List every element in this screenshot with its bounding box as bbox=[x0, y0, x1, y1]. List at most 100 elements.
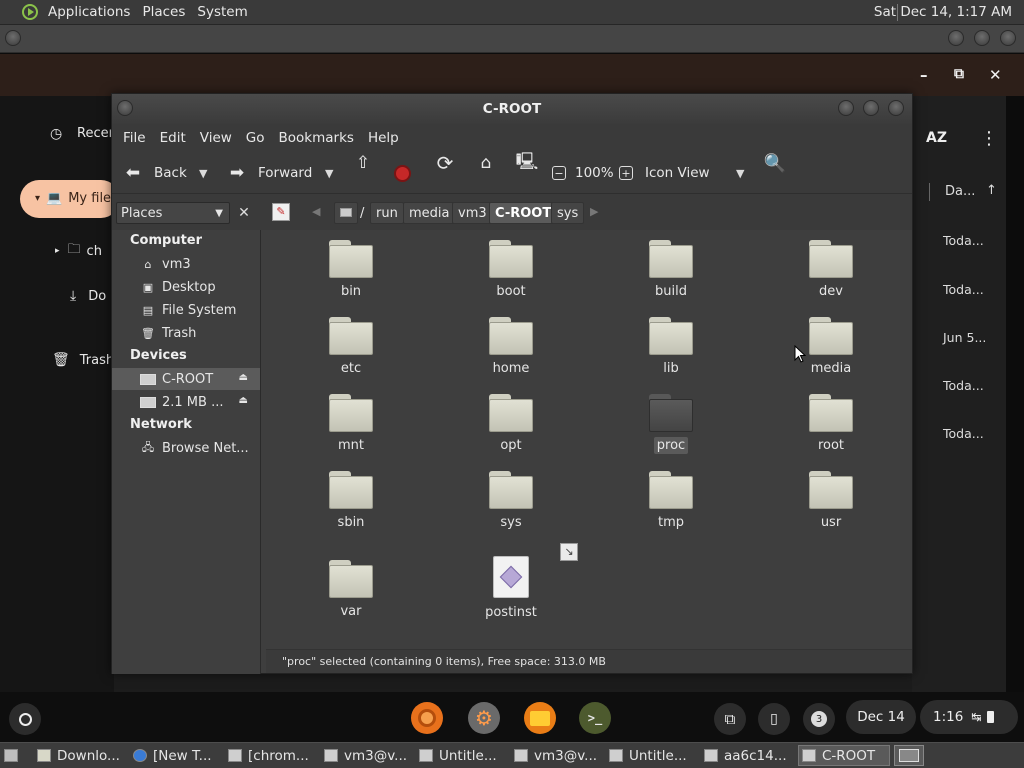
forward-button[interactable]: ➡ Forward bbox=[226, 152, 312, 194]
reload-icon[interactable]: ⟳ bbox=[434, 151, 456, 175]
sidebar-pane-select[interactable]: Places ▼ bbox=[116, 202, 230, 224]
distro-logo-icon[interactable] bbox=[22, 4, 38, 20]
folder-item-tmp[interactable]: tmp bbox=[611, 471, 731, 531]
view-mode-select[interactable]: Icon View bbox=[645, 152, 710, 194]
taskbar-item-new-tab[interactable]: [New T... bbox=[133, 745, 223, 766]
window-menu-button[interactable] bbox=[117, 100, 133, 116]
settings-gear-icon[interactable]: ⚙ bbox=[468, 702, 500, 734]
breadcrumb-vm3[interactable]: vm3 bbox=[452, 202, 493, 224]
taskbar-item-untitled-1[interactable]: Untitle... bbox=[419, 745, 509, 766]
applications-menu[interactable]: Applications bbox=[42, 4, 136, 20]
folder-item-media[interactable]: media bbox=[771, 317, 891, 377]
computer-icon[interactable]: 🖳 bbox=[516, 152, 539, 174]
eject-icon[interactable]: ⏏ bbox=[239, 395, 248, 406]
taskbar-item-vm3-terminal-2[interactable]: vm3@v... bbox=[514, 745, 604, 766]
places-menu[interactable]: Places bbox=[136, 4, 191, 20]
sidebar-item-child-folder[interactable]: ▸ 🗀 ch bbox=[55, 240, 102, 262]
shelf-date[interactable]: Dec 14 bbox=[846, 700, 916, 734]
minimize-button[interactable] bbox=[838, 100, 854, 116]
taskbar-item-aa6c14[interactable]: aa6c14... bbox=[704, 745, 794, 766]
taskbar-item-vm3-terminal-1[interactable]: vm3@v... bbox=[324, 745, 414, 766]
close-button[interactable] bbox=[888, 100, 904, 116]
cros-close-button[interactable]: ✕ bbox=[989, 66, 1002, 84]
files-app-icon[interactable] bbox=[524, 702, 556, 734]
folder-item-sys[interactable]: sys bbox=[451, 471, 571, 531]
sidebar-item-trash[interactable]: 🗑 Trash bbox=[140, 322, 260, 344]
breadcrumb-right-arrow-icon[interactable]: ▶ bbox=[590, 205, 598, 218]
folder-item-bin[interactable]: bin bbox=[291, 240, 411, 300]
status-tray[interactable]: 1:16 ↹ bbox=[920, 700, 1018, 734]
folder-item-root[interactable]: root bbox=[771, 394, 891, 454]
window-menu-button[interactable] bbox=[5, 30, 21, 46]
folder-item-etc[interactable]: etc bbox=[291, 317, 411, 377]
menu-file[interactable]: File bbox=[116, 130, 153, 146]
folder-item-mnt[interactable]: mnt bbox=[291, 394, 411, 454]
taskbar-item-c-root[interactable]: C-ROOT bbox=[798, 745, 890, 766]
sidebar-item-recent[interactable]: ◷ Recen bbox=[50, 126, 117, 142]
notification-button[interactable]: 3 bbox=[803, 703, 835, 735]
workspace-switcher[interactable] bbox=[894, 745, 924, 766]
breadcrumb-run[interactable]: run bbox=[370, 202, 404, 224]
folder-item-dev[interactable]: dev bbox=[771, 240, 891, 300]
phone-hub-button[interactable]: ▯ bbox=[758, 703, 790, 735]
taskbar-item-downloads[interactable]: Downlo... bbox=[37, 745, 129, 766]
sidebar-item-downloads[interactable]: ⤓ Do bbox=[70, 288, 106, 304]
taskbar-item-chrome[interactable]: [chrom... bbox=[228, 745, 318, 766]
edit-location-icon[interactable]: ✎ bbox=[272, 203, 290, 221]
minimize-button[interactable] bbox=[948, 30, 964, 46]
date-column-header[interactable]: Da... bbox=[945, 184, 975, 199]
launcher-button[interactable] bbox=[9, 703, 41, 735]
back-button[interactable]: ⬅ Back bbox=[122, 152, 187, 194]
sort-button[interactable]: AZ bbox=[926, 130, 947, 146]
folder-item-proc[interactable]: proc bbox=[611, 394, 731, 454]
panel-clock[interactable]: Sat Dec 14, 1:17 AM bbox=[874, 4, 1012, 20]
show-desktop-button[interactable] bbox=[4, 745, 26, 766]
close-button[interactable] bbox=[1000, 30, 1016, 46]
close-sidebar-icon[interactable]: ✕ bbox=[234, 202, 254, 224]
cros-restore-button[interactable]: ⧉ bbox=[954, 66, 964, 82]
sort-arrow-up-icon[interactable]: ↑ bbox=[986, 183, 997, 198]
sidebar-item-desktop[interactable]: ▣ Desktop bbox=[140, 276, 260, 298]
sidebar-item-browse-network[interactable]: 🖧 Browse Net... bbox=[140, 437, 260, 459]
folder-item-lib[interactable]: lib bbox=[611, 317, 731, 377]
forward-history-dropdown[interactable]: ▼ bbox=[325, 152, 333, 194]
folder-item-sbin[interactable]: sbin bbox=[291, 471, 411, 531]
view-mode-dropdown[interactable]: ▼ bbox=[736, 152, 744, 194]
system-menu[interactable]: System bbox=[191, 4, 253, 20]
taskbar-item-untitled-2[interactable]: Untitle... bbox=[609, 745, 699, 766]
menu-bookmarks[interactable]: Bookmarks bbox=[272, 130, 361, 146]
zoom-level[interactable]: 100% bbox=[575, 152, 614, 194]
sidebar-item-vm3[interactable]: ⌂ vm3 bbox=[140, 253, 260, 275]
folder-item-build[interactable]: build bbox=[611, 240, 731, 300]
back-history-dropdown[interactable]: ▼ bbox=[199, 152, 207, 194]
menu-view[interactable]: View bbox=[193, 130, 239, 146]
menu-help[interactable]: Help bbox=[361, 130, 406, 146]
folder-item-var[interactable]: var bbox=[291, 560, 411, 620]
cros-minimize-button[interactable]: – bbox=[920, 66, 928, 84]
folder-item-usr[interactable]: usr bbox=[771, 471, 891, 531]
breadcrumb-sys[interactable]: sys bbox=[551, 202, 585, 224]
breadcrumb-media[interactable]: media bbox=[403, 202, 456, 224]
breadcrumb-root[interactable]: / bbox=[354, 202, 370, 224]
more-options-icon[interactable]: ⋮ bbox=[980, 128, 998, 149]
maximize-button[interactable] bbox=[974, 30, 990, 46]
menu-edit[interactable]: Edit bbox=[153, 130, 193, 146]
maximize-button[interactable] bbox=[863, 100, 879, 116]
sidebar-item-my-files[interactable]: ▾ 💻 My file bbox=[35, 191, 111, 206]
eject-icon[interactable]: ⏏ bbox=[239, 372, 248, 383]
zoom-in-button[interactable]: + bbox=[619, 152, 633, 194]
search-icon[interactable]: 🔍 bbox=[764, 152, 786, 174]
screenshot-button[interactable]: ⧉ bbox=[714, 703, 746, 735]
menu-go[interactable]: Go bbox=[239, 130, 272, 146]
stop-icon[interactable] bbox=[394, 152, 411, 194]
sidebar-item-trash[interactable]: 🗑 Trash bbox=[52, 352, 114, 368]
breadcrumb-left-arrow-icon[interactable]: ◀ bbox=[312, 205, 320, 218]
terminal-app-icon[interactable]: >_ bbox=[579, 702, 611, 734]
sidebar-item-file-system[interactable]: ▤ File System bbox=[140, 299, 260, 321]
zoom-out-button[interactable]: − bbox=[552, 152, 566, 194]
folder-item-opt[interactable]: opt bbox=[451, 394, 571, 454]
folder-item-boot[interactable]: boot bbox=[451, 240, 571, 300]
up-arrow-icon[interactable]: ⇧ bbox=[352, 152, 374, 174]
file-item-postinst[interactable]: ↘ postinst bbox=[451, 543, 578, 621]
home-icon[interactable]: ⌂ bbox=[475, 152, 497, 174]
